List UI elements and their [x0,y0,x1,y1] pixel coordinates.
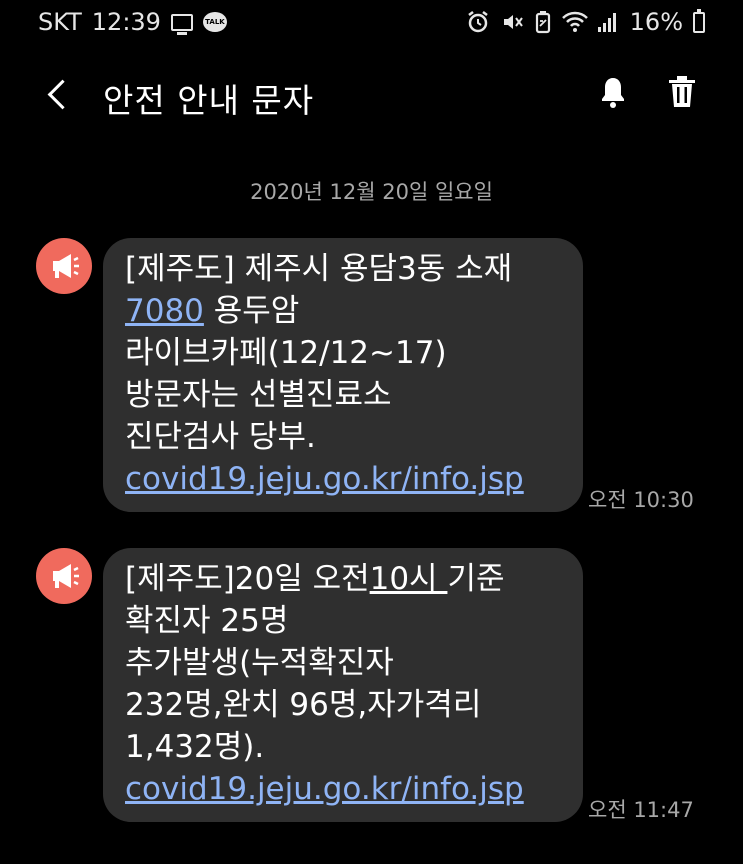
wifi-icon [561,11,588,32]
status-right: 16% [466,8,705,36]
message-text: 기준 [447,561,505,597]
url-link[interactable]: covid19.jeju.go.kr/info.jsp [125,771,524,807]
message-line: 라이브카페(12/12~17) [125,335,447,371]
message-line: 1,432명). [125,729,265,765]
message-line: 방문자는 선별진료소 [125,377,392,413]
clock: 12:39 [91,8,161,36]
battery-percent: 16% [629,8,683,36]
message-line: 확진자 25명 [125,603,289,639]
page-title: 안전 안내 문자 [103,81,315,120]
alarm-icon [467,11,488,33]
mute-icon [503,15,523,29]
message-line: 7080 용두암 [125,290,563,332]
message-line: 232명,완치 96명,자가격리 [125,687,482,723]
message-bubble: [제주도] 제주시 용담3동 소재 7080 용두암 라이브카페(12/12~1… [103,238,583,512]
battery-saver-icon [535,11,550,34]
url-link[interactable]: covid19.jeju.go.kr/info.jsp [125,461,524,497]
megaphone-icon [53,564,79,588]
delete-button[interactable] [664,74,704,114]
megaphone-icon [53,254,79,278]
message-time: 오전 10:30 [588,488,694,512]
bell-icon [602,78,624,108]
status-bar: SKT 12:39 TALK 16% [0,0,743,44]
message-bubble: [제주도]20일 오전10시 기준 확진자 25명 추가발생(누적확진자 232… [103,548,583,822]
sender-avatar [36,548,92,604]
kakaotalk-icon: TALK [202,12,227,32]
phone-link[interactable]: 7080 [125,293,204,329]
message-time: 오전 11:47 [588,798,694,822]
back-button[interactable] [40,74,80,114]
signal-icon [597,12,620,32]
trash-icon [669,76,695,107]
app-header: 안전 안내 문자 [0,60,743,130]
message-text: 용두암 [203,293,300,329]
message-line: [제주도]20일 오전10시 기준 [125,558,563,600]
sender-avatar [36,238,92,294]
message-line: covid19.jeju.go.kr/info.jsp [125,768,563,810]
screen-cast-icon [170,13,193,35]
battery-icon [693,8,705,33]
date-separator: 2020년 12월 20일 일요일 [250,180,493,204]
message-line: 진단검사 당부. [125,419,316,455]
message-line: [제주도] 제주시 용담3동 소재 [125,251,513,287]
time-link[interactable]: 10시 [370,561,448,597]
message-line: 추가발생(누적확진자 [125,645,394,681]
message-text: [제주도]20일 오전 [125,561,370,597]
carrier-label: SKT [38,8,82,36]
message-line: covid19.jeju.go.kr/info.jsp [125,458,563,500]
notification-bell-button[interactable] [595,74,635,114]
status-left: SKT 12:39 TALK [38,8,227,36]
